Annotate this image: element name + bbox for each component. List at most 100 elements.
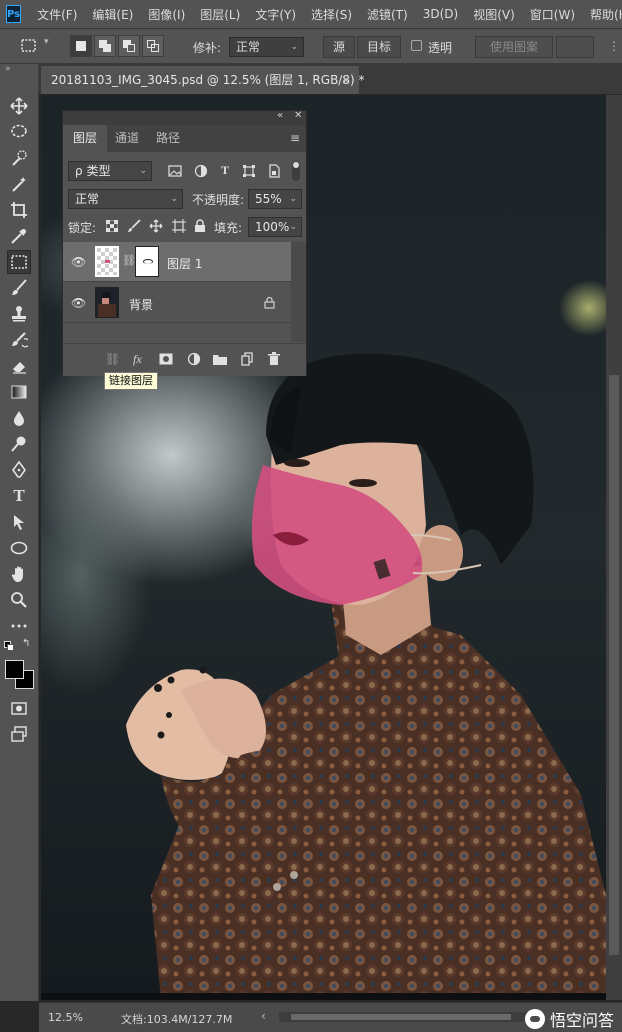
lock-pixels-icon[interactable] [127, 219, 141, 233]
layer-row[interactable]: 👁 背景 [63, 283, 291, 323]
tab-channels[interactable]: 通道 [107, 125, 147, 152]
eyedropper-tool[interactable] [7, 224, 31, 248]
more-tools-button[interactable] [7, 614, 31, 638]
image-filter-icon[interactable] [168, 164, 182, 178]
link-layers-icon[interactable]: ⛓ [105, 352, 120, 366]
menu-window[interactable]: 窗口(W) [530, 6, 575, 23]
menu-select[interactable]: 选择(S) [311, 6, 352, 23]
adjustment-layer-icon[interactable] [187, 352, 201, 366]
new-layer-icon[interactable] [241, 352, 253, 366]
chevron-down-icon[interactable]: ▾ [44, 37, 49, 47]
source-button[interactable]: 源 [323, 36, 355, 58]
menu-layer[interactable]: 图层(L) [200, 6, 240, 23]
patch-tool[interactable] [7, 250, 31, 274]
target-button[interactable]: 目标 [357, 36, 401, 58]
menu-edit[interactable]: 编辑(E) [92, 6, 133, 23]
add-mask-icon[interactable] [159, 353, 173, 365]
smart-object-filter-icon[interactable] [267, 164, 281, 178]
menu-image[interactable]: 图像(I) [148, 6, 185, 23]
tab-layers[interactable]: 图层 [63, 125, 107, 152]
folder-icon[interactable] [213, 353, 227, 365]
layer-mask-thumbnail[interactable] [135, 246, 159, 277]
menu-file[interactable]: 文件(F) [37, 6, 77, 23]
pen-tool[interactable] [7, 458, 31, 482]
shape-filter-icon[interactable] [242, 164, 256, 178]
new-selection-button[interactable] [70, 35, 92, 57]
move-tool[interactable] [7, 94, 31, 118]
link-icon[interactable]: ⛓ [122, 254, 136, 267]
zoom-level[interactable]: 12.5% [48, 1011, 83, 1024]
brush-tool[interactable] [7, 276, 31, 300]
crop-tool[interactable] [7, 198, 31, 222]
intersect-selection-button[interactable] [142, 35, 164, 57]
ellipse-tool[interactable] [7, 536, 31, 560]
menu-filter[interactable]: 滤镜(T) [367, 6, 408, 23]
fill-input[interactable]: 100% ⌄ [248, 217, 302, 237]
layers-scrollbar[interactable] [291, 242, 306, 342]
use-pattern-button[interactable]: 使用图案 [475, 36, 553, 58]
layer-thumbnail[interactable] [95, 246, 119, 277]
subtract-selection-button[interactable] [118, 35, 140, 57]
lock-position-icon[interactable] [149, 219, 163, 233]
layer-filter-select[interactable]: ρ 类型 ⌄ [68, 161, 152, 181]
document-tab[interactable]: 20181103_IMG_3045.psd @ 12.5% (图层 1, RGB… [41, 66, 364, 94]
layer-row[interactable]: 👁 ⛓ 图层 1 [63, 242, 291, 282]
close-icon[interactable]: × [341, 66, 351, 94]
collapse-panel-icon[interactable]: « [277, 110, 283, 121]
color-swatches[interactable] [5, 660, 34, 689]
panel-menu-icon[interactable]: ≡ [290, 131, 300, 145]
history-brush-tool[interactable] [7, 328, 31, 352]
swap-colors-icon[interactable]: ↰ [22, 638, 30, 649]
horizontal-scrollbar-thumb[interactable] [291, 1014, 511, 1020]
lock-all-icon[interactable] [194, 219, 206, 233]
menu-type[interactable]: 文字(Y) [255, 6, 296, 23]
screen-mode-button[interactable] [7, 722, 31, 746]
collapse-panel-icon[interactable]: » [5, 64, 11, 74]
lasso-tool[interactable] [7, 120, 31, 144]
tab-paths[interactable]: 路径 [147, 125, 189, 152]
gradient-tool[interactable] [7, 380, 31, 404]
transparent-checkbox[interactable] [411, 40, 422, 51]
lock-artboard-icon[interactable] [172, 219, 186, 233]
opacity-input[interactable]: 55% ⌄ [248, 189, 302, 209]
filter-toggle[interactable] [292, 161, 300, 181]
menu-view[interactable]: 视图(V) [473, 6, 515, 23]
layer-name[interactable]: 图层 1 [167, 255, 202, 272]
menu-help[interactable]: 帮助(H) [590, 6, 622, 23]
add-selection-button[interactable] [94, 35, 116, 57]
patch-tool-preset-button[interactable] [18, 35, 40, 57]
zoom-tool[interactable] [7, 588, 31, 612]
options-overflow-icon[interactable]: ⋮ [608, 39, 620, 53]
close-panel-icon[interactable]: ✕ [294, 110, 302, 121]
blur-tool[interactable] [7, 406, 31, 430]
type-tool[interactable]: T [7, 484, 31, 508]
default-colors-icon[interactable] [4, 641, 14, 651]
lock-transparent-icon[interactable] [106, 220, 118, 232]
stamp-tool[interactable] [7, 302, 31, 326]
magic-wand-tool[interactable] [7, 172, 31, 196]
path-select-tool[interactable] [7, 510, 31, 534]
chevron-left-icon[interactable]: ‹ [261, 1009, 266, 1023]
eraser-tool[interactable] [7, 354, 31, 378]
eye-icon[interactable]: 👁 [71, 296, 86, 310]
menu-3d[interactable]: 3D(D) [423, 7, 458, 21]
blend-mode-select[interactable]: 正常 ⌄ [68, 189, 183, 209]
vertical-scrollbar[interactable] [606, 95, 622, 1000]
horizontal-scrollbar[interactable] [279, 1012, 529, 1022]
layer-name[interactable]: 背景 [129, 296, 153, 313]
vertical-scrollbar-thumb[interactable] [609, 375, 619, 955]
trash-icon[interactable] [268, 352, 280, 366]
foreground-color-swatch[interactable] [5, 660, 24, 679]
pattern-picker[interactable] [556, 36, 594, 58]
adjustment-filter-icon[interactable] [194, 164, 208, 178]
type-filter-icon[interactable]: T [217, 163, 233, 178]
patch-mode-select[interactable]: 正常 ⌄ [229, 37, 304, 57]
panel-title-bar[interactable]: « ✕ [63, 110, 306, 125]
hand-tool[interactable] [7, 562, 31, 586]
layer-thumbnail[interactable] [95, 287, 119, 318]
eye-icon[interactable]: 👁 [71, 255, 86, 269]
quick-select-tool[interactable] [7, 146, 31, 170]
dodge-tool[interactable] [7, 432, 31, 456]
quick-mask-button[interactable] [7, 696, 31, 720]
fx-icon[interactable]: fx [133, 352, 142, 367]
